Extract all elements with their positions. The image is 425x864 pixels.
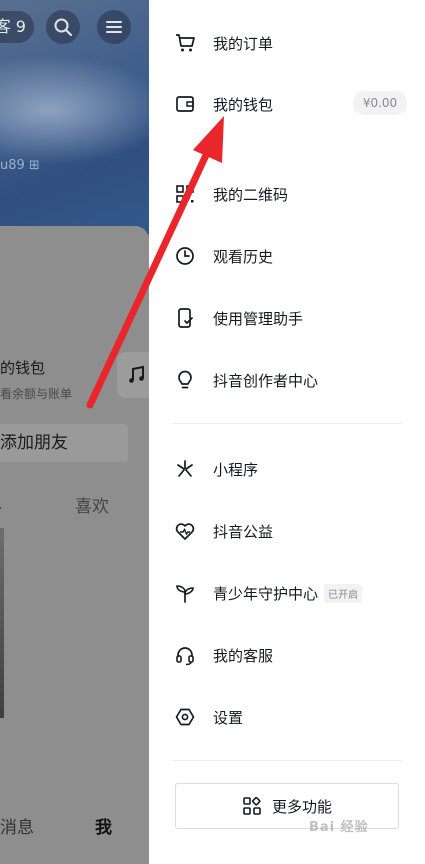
user-id-text: u89 ⊞ — [0, 158, 40, 173]
menu-item-label: 使用管理助手 — [213, 309, 304, 328]
clock-icon — [173, 244, 197, 268]
baidu-watermark: Bai 经验 — [309, 820, 369, 835]
menu-divider — [173, 423, 401, 424]
headset-icon — [173, 643, 197, 667]
sprout-icon — [173, 581, 197, 605]
qr-code-icon — [173, 182, 197, 206]
menu-item-orders[interactable]: 我的订单 — [173, 25, 273, 61]
menu-item-mini-programs[interactable]: 小程序 — [173, 451, 258, 487]
search-icon — [54, 18, 73, 37]
menu-item-label: 我的客服 — [213, 646, 274, 665]
wallet-entry-title[interactable]: 的钱包 — [0, 357, 45, 378]
grid-apps-icon — [243, 796, 261, 815]
menu-item-label: 青少年守护中心 — [213, 584, 319, 603]
heart-pulse-icon — [173, 519, 197, 543]
menu-item-wallet[interactable]: 我的钱包 — [173, 86, 273, 122]
nav-messages[interactable]: 消息 — [0, 813, 34, 838]
menu-item-label: 我的钱包 — [213, 95, 274, 114]
tab-partial[interactable] — [0, 492, 2, 515]
tab-partial-glyph — [0, 507, 1, 509]
menu-item-usage-assistant[interactable]: 使用管理助手 — [173, 300, 303, 336]
cart-icon — [173, 31, 197, 55]
menu-divider — [173, 760, 401, 761]
add-friend-button[interactable]: 添加朋友 — [0, 424, 128, 462]
menu-item-qr-code[interactable]: 我的二维码 — [173, 176, 288, 212]
menu-item-label: 我的订单 — [213, 34, 274, 53]
wallet-icon — [173, 92, 197, 116]
nav-me[interactable]: 我 — [95, 813, 112, 838]
visitor-count-badge[interactable]: 客 9 — [0, 11, 34, 43]
hamburger-icon — [106, 21, 122, 33]
menu-item-settings[interactable]: 设置 — [173, 699, 243, 735]
tab-likes[interactable]: 喜欢 — [75, 492, 109, 517]
video-thumbnail[interactable] — [0, 528, 4, 718]
menu-item-charity[interactable]: 抖音公益 — [173, 513, 273, 549]
menu-item-label: 观看历史 — [213, 247, 274, 266]
menu-item-label: 设置 — [213, 708, 244, 727]
youth-mode-status-tag: 已开启 — [324, 583, 363, 603]
menu-item-label: 抖音创作者中心 — [213, 371, 319, 390]
music-entry[interactable] — [117, 352, 149, 398]
mini-program-icon — [173, 457, 197, 481]
wallet-entry-subtitle: 看余额与账单 — [0, 387, 73, 401]
menu-item-label: 抖音公益 — [213, 522, 274, 541]
menu-item-youth-protection[interactable]: 青少年守护中心 已开启 — [173, 575, 363, 611]
menu-item-creator-center[interactable]: 抖音创作者中心 — [173, 362, 318, 398]
menu-item-watch-history[interactable]: 观看历史 — [173, 238, 273, 274]
search-button[interactable] — [46, 10, 80, 44]
hexagon-settings-icon — [173, 705, 197, 729]
music-note-icon — [129, 365, 144, 383]
phone-check-icon — [173, 306, 197, 330]
side-drawer-menu: 我的订单 我的钱包 ¥0.00 我的二维码 观看历史 使用管理助手 抖音创作者中… — [149, 0, 425, 864]
lightbulb-icon — [173, 368, 197, 392]
menu-item-label: 我的二维码 — [213, 185, 289, 204]
more-features-label: 更多功能 — [271, 797, 332, 816]
profile-card — [0, 226, 149, 864]
menu-button[interactable] — [97, 10, 131, 44]
wallet-balance-badge: ¥0.00 — [353, 91, 407, 115]
menu-item-label: 小程序 — [213, 460, 259, 479]
menu-item-customer-service[interactable]: 我的客服 — [173, 637, 273, 673]
profile-page-dimmed[interactable]: 客 9 u89 ⊞ 的钱包 看余额与账单 添加朋友 喜欢 消息 我 — [0, 0, 149, 864]
